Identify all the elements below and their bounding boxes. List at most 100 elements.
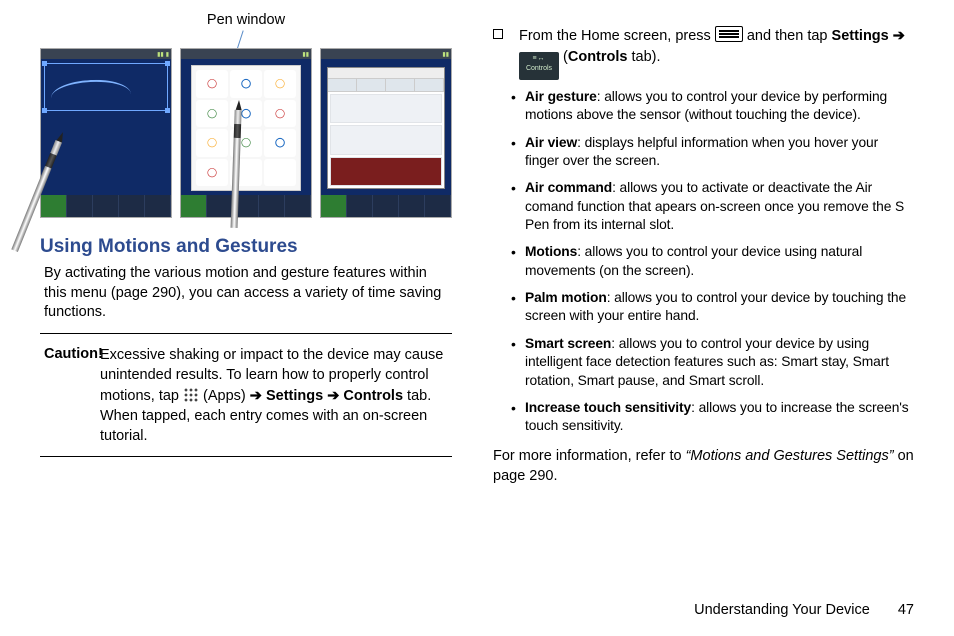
item-title: Motions	[525, 244, 577, 259]
list-item: Air view: displays helpful information w…	[511, 134, 914, 171]
apps-icon	[285, 195, 311, 217]
phone-nav-bar	[41, 195, 171, 217]
app-icon: ◯	[196, 100, 228, 128]
list-item: Increase touch sensitivity: allows you t…	[511, 399, 914, 436]
item-title: Palm motion	[525, 290, 607, 305]
content-row	[330, 94, 442, 123]
apps-grid-icon	[183, 387, 199, 403]
app-icon: ◯	[264, 129, 296, 157]
address-bar	[328, 68, 444, 79]
phone-nav-bar	[181, 195, 311, 217]
lead-mid: and then tap	[747, 28, 832, 44]
item-desc: : displays helpful information when you …	[525, 135, 878, 168]
apps-icon	[145, 195, 171, 217]
square-bullet-icon	[493, 29, 503, 39]
caution-settings: Settings	[266, 388, 323, 404]
left-column: Pen window ▮▮ ▮	[40, 20, 477, 616]
phone-screenshot-2: ▮▮ ◯ ◯ ◯ ◯ ◯ ◯ ◯ ◯ ◯ ◯	[180, 48, 312, 218]
internet-icon	[399, 195, 425, 217]
section-heading: Using Motions and Gestures	[40, 236, 452, 258]
pen-window-region	[44, 63, 168, 111]
time-icon: ▮	[166, 51, 169, 58]
pen-window-caption: Pen window	[40, 12, 452, 28]
right-column: From the Home screen, press and then tap…	[477, 20, 914, 616]
phone-screenshots-row: ▮▮ ▮	[40, 48, 452, 218]
resize-handle-icon	[42, 108, 47, 113]
arrow-icon: ➔	[327, 388, 343, 404]
caption-text: Pen window	[207, 12, 285, 28]
signal-icon: ▮▮	[302, 51, 309, 58]
page-footer: Understanding Your Device 47	[694, 602, 914, 618]
app-icon: ◯	[230, 129, 262, 157]
arrow-icon: ➔	[250, 388, 266, 404]
feature-list: Air gesture: allows you to control your …	[511, 88, 914, 436]
list-item: Air gesture: allows you to control your …	[511, 88, 914, 125]
caution-label: Caution!	[44, 346, 103, 362]
lead-settings: Settings	[832, 28, 889, 44]
lead-body: From the Home screen, press and then tap…	[519, 26, 914, 80]
menu-key-icon	[715, 26, 743, 42]
item-title: Increase touch sensitivity	[525, 400, 691, 415]
status-bar: ▮▮	[181, 49, 311, 59]
messages-icon	[93, 195, 119, 217]
phone-nav-bar	[321, 195, 451, 217]
browser-toolbar	[328, 79, 444, 92]
internet-icon	[259, 195, 285, 217]
content-row	[330, 157, 442, 186]
caution-body: Excessive shaking or impact to the devic…	[100, 345, 448, 446]
caution-apps-label: (Apps)	[203, 388, 246, 404]
phone-screenshot-3: ▮▮	[320, 48, 452, 218]
app-icon: ◯	[230, 100, 262, 128]
item-title: Air command	[525, 180, 612, 195]
app-icon: ◯	[196, 159, 228, 187]
contacts-icon	[207, 195, 233, 217]
lead-post-close: tab).	[627, 49, 660, 65]
intro-paragraph: By activating the various motion and ges…	[40, 264, 452, 323]
app-icon: ◯	[196, 129, 228, 157]
messages-icon	[233, 195, 259, 217]
signal-icon: ▮▮	[442, 51, 449, 58]
lead-controls: Controls	[568, 49, 628, 65]
lead-instruction: From the Home screen, press and then tap…	[487, 26, 914, 80]
divider	[40, 456, 452, 457]
browser-content	[328, 92, 444, 188]
page-number: 47	[898, 602, 914, 618]
controls-icon-lines: ≡↔	[519, 54, 559, 64]
phone-icon	[41, 195, 67, 217]
internet-icon	[119, 195, 145, 217]
list-item: Smart screen: allows you to control your…	[511, 335, 914, 390]
scribble-path	[50, 78, 132, 114]
list-item: Motions: allows you to control your devi…	[511, 243, 914, 280]
resize-handle-icon	[165, 61, 170, 66]
cross-reference: For more information, refer to “Motions …	[493, 446, 914, 487]
list-item: Palm motion: allows you to control your …	[511, 289, 914, 326]
controls-chip-label: Controls	[526, 65, 552, 72]
caution-block: Caution! Excessive shaking or impact to …	[40, 344, 452, 447]
ref-pre: For more information, refer to	[493, 448, 686, 464]
content-row	[330, 125, 442, 154]
signal-icon: ▮▮	[157, 51, 164, 58]
app-icon	[230, 159, 262, 187]
item-title: Air view	[525, 135, 577, 150]
app-icon: ◯	[230, 70, 262, 98]
list-item: Air command: allows you to activate or d…	[511, 179, 914, 234]
manual-page: Pen window ▮▮ ▮	[0, 0, 954, 636]
resize-handle-icon	[42, 61, 47, 66]
phone-screenshot-1: ▮▮ ▮	[40, 48, 172, 218]
app-picker-popup: ◯ ◯ ◯ ◯ ◯ ◯ ◯ ◯ ◯ ◯	[191, 65, 301, 191]
contacts-icon	[347, 195, 373, 217]
controls-tab-icon: ≡↔ Controls	[519, 52, 559, 80]
ref-title: “Motions and Gestures Settings”	[686, 448, 894, 464]
messages-icon	[373, 195, 399, 217]
divider	[40, 333, 452, 334]
lead-pre: From the Home screen, press	[519, 28, 715, 44]
floating-browser-window	[327, 67, 445, 189]
app-icon: ◯	[264, 70, 296, 98]
caution-controls: Controls	[343, 388, 403, 404]
phone-icon	[321, 195, 347, 217]
contacts-icon	[67, 195, 93, 217]
status-bar: ▮▮	[321, 49, 451, 59]
item-title: Air gesture	[525, 89, 597, 104]
item-title: Smart screen	[525, 336, 611, 351]
arrow-icon: ➔	[893, 28, 905, 44]
